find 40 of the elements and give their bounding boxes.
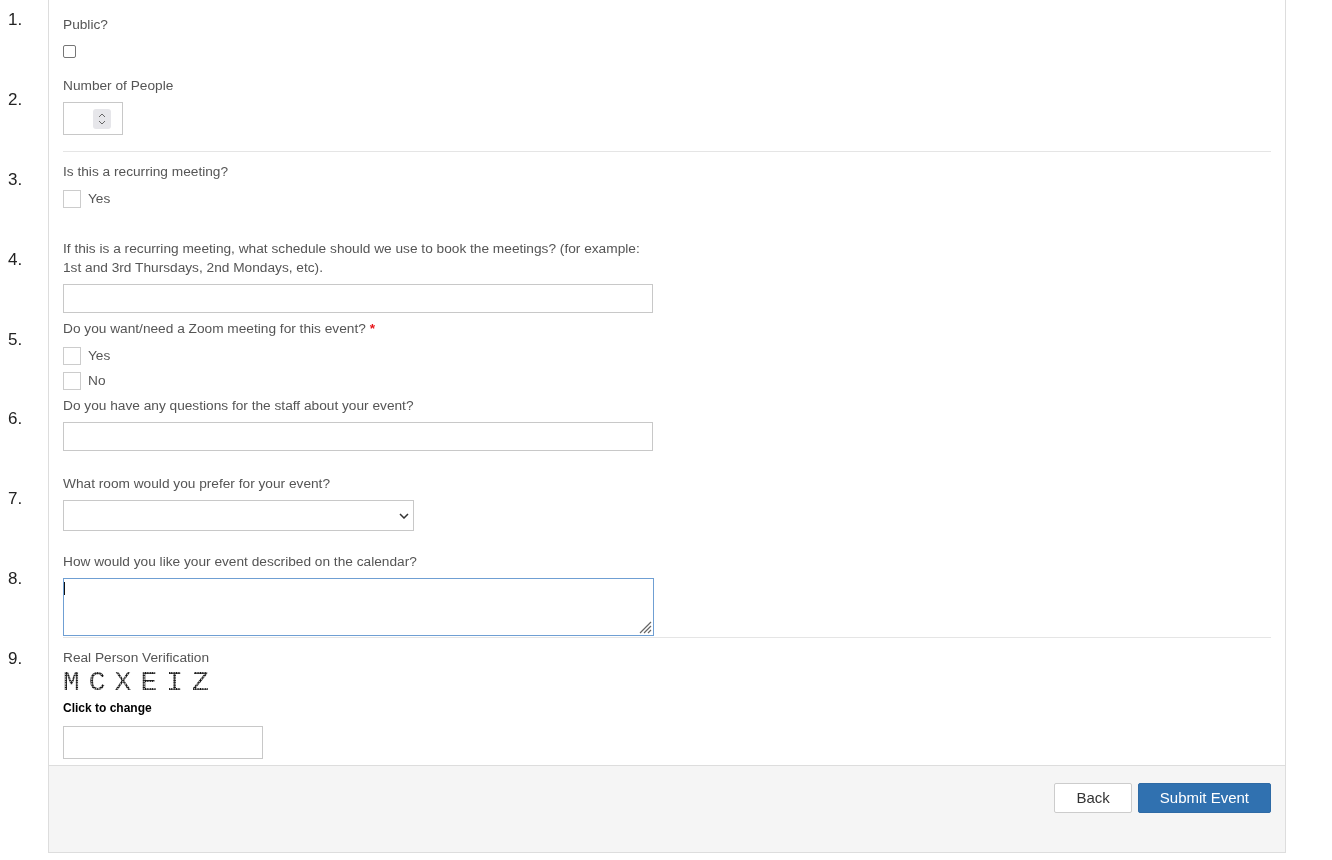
field-label: Do you want/need a Zoom meeting for this event? xyxy=(63,320,366,338)
number-input[interactable] xyxy=(63,102,123,135)
field-label: Is this a recurring meeting? xyxy=(63,163,229,181)
back-button[interactable]: Back xyxy=(1054,783,1132,813)
field-label: Do you have any questions for the staff about your event? xyxy=(63,397,414,415)
row-number: 3. xyxy=(8,168,23,191)
row-number: 2. xyxy=(8,88,23,111)
text-input[interactable] xyxy=(63,422,653,451)
field-label: How would you like your event described on the calendar? xyxy=(63,553,417,571)
checkbox[interactable] xyxy=(63,45,76,58)
field-label: Real Person Verification xyxy=(63,649,210,667)
dropdown-select[interactable] xyxy=(63,500,414,531)
textarea-field[interactable] xyxy=(63,578,654,636)
spinner-icon[interactable] xyxy=(93,108,111,129)
row-number: 7. xyxy=(8,488,23,511)
required-asterisk: * xyxy=(369,320,376,338)
row-number: 1. xyxy=(8,9,23,31)
captcha-input[interactable] xyxy=(63,726,263,759)
row-number: 4. xyxy=(8,248,23,271)
checkbox[interactable] xyxy=(63,372,81,390)
captcha-text[interactable]: MCXEIZ xyxy=(63,672,218,694)
row-number: 6. xyxy=(8,408,23,431)
row-number: 5. xyxy=(8,328,23,351)
resize-grip-icon[interactable] xyxy=(638,620,652,634)
row-number: 8. xyxy=(8,568,23,591)
field-label: Number of People xyxy=(63,77,174,95)
submit-button[interactable]: Submit Event xyxy=(1137,783,1271,813)
checkbox[interactable] xyxy=(63,190,81,208)
captcha-hint: Click to change xyxy=(63,700,152,716)
field-label: What room would you prefer for your event? xyxy=(63,475,331,493)
checkbox-label: Yes xyxy=(88,347,111,365)
text-input[interactable] xyxy=(63,284,653,313)
checkbox-label: No xyxy=(88,372,106,390)
field-label: Public? xyxy=(63,16,108,34)
checkbox-label: Yes xyxy=(88,190,111,208)
chevron-down-icon xyxy=(399,512,409,519)
field-label: If this is a recurring meeting, what schedule should we use to book the meetings? (for example: 1st and 3rd Thursdays, 2nd Mondays, etc). xyxy=(63,240,641,277)
checkbox[interactable] xyxy=(63,347,81,365)
text-cursor xyxy=(64,582,65,595)
row-number: 9. xyxy=(8,648,23,670)
